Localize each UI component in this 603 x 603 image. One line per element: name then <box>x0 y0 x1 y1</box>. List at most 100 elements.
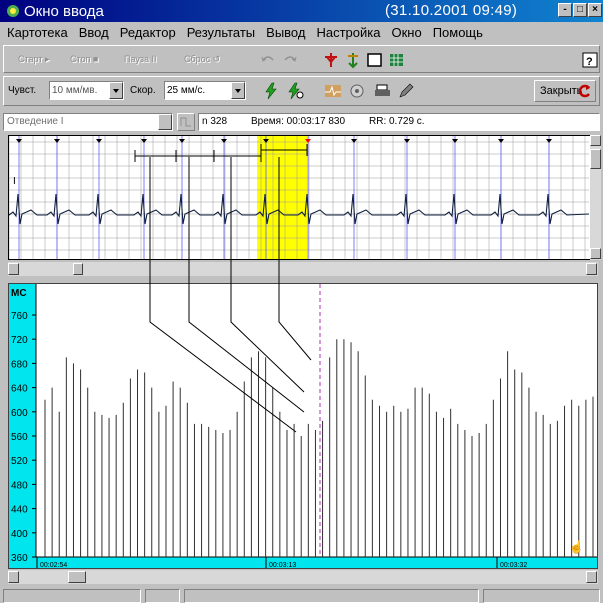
x-tick-label: 00:02:54 <box>40 562 67 569</box>
status-pane-2 <box>145 589 180 603</box>
status-pane-3 <box>184 589 479 603</box>
beat-marker-triangle[interactable] <box>141 139 147 143</box>
x-tick-label: 00:03:32 <box>500 562 527 569</box>
beat-number: n 328 <box>202 116 228 127</box>
beat-marker-triangle[interactable] <box>179 139 185 143</box>
y-tick-label: 640 <box>11 384 28 395</box>
hand-cursor-icon: ☝ <box>569 539 584 554</box>
ecg-vertical-scrollbar[interactable] <box>590 135 601 260</box>
rr-interval: RR: 0.729 с. <box>369 116 425 127</box>
pulse-button[interactable] <box>177 113 195 131</box>
delete-marker-icon[interactable] <box>344 51 362 69</box>
pause-button[interactable]: Пауза II <box>124 54 157 64</box>
scroll-right-button[interactable] <box>586 263 597 275</box>
toolbar-main: Старт ▸ Стоп ■ Пауза II Сброс ↺ ? <box>3 45 600 73</box>
y-tick-label: 600 <box>11 408 28 419</box>
print-icon[interactable] <box>374 82 392 100</box>
menu-item-cards[interactable]: Картотека <box>7 25 68 40</box>
sensitivity-select[interactable]: 10 мм/мв. <box>49 81 124 100</box>
stop-button[interactable]: Стоп ■ <box>70 54 98 64</box>
beat-marker-triangle[interactable] <box>351 139 357 143</box>
close-button[interactable]: Закрыть <box>534 80 596 102</box>
beat-time: Время: 00:03:17 830 <box>251 116 346 127</box>
y-tick-label: 760 <box>11 311 28 322</box>
status-pane-1 <box>3 589 141 603</box>
speed-label: Скор. <box>130 85 156 96</box>
lead-mark: I <box>13 176 16 187</box>
maximize-button[interactable]: □ <box>573 3 587 17</box>
y-tick-label: 400 <box>11 529 28 540</box>
window-timestamp: (31.10.2001 09:49) <box>385 2 518 19</box>
reset-button[interactable]: Сброс ↺ <box>184 54 220 65</box>
app-icon <box>7 5 19 17</box>
start-button[interactable]: Старт ▸ <box>18 54 49 65</box>
y-axis-band <box>9 284 36 568</box>
ecg-strip-panel[interactable]: I <box>8 135 596 260</box>
help-icon[interactable]: ? <box>581 51 599 69</box>
chevron-down-icon[interactable] <box>231 82 245 99</box>
window-title: Окно ввода <box>24 2 104 20</box>
close-button-label: Закрыть <box>540 85 583 97</box>
beat-marker-triangle[interactable] <box>96 139 102 143</box>
title-bar: Окно ввода (31.10.2001 09:49) - □ × <box>0 0 603 22</box>
redo-icon[interactable] <box>281 51 299 69</box>
pencil-icon[interactable] <box>397 82 415 100</box>
insert-marker-icon[interactable] <box>322 51 340 69</box>
target-dropdown-icon[interactable] <box>349 82 367 100</box>
scroll-down-button[interactable] <box>590 248 601 259</box>
rr-horizontal-scrollbar[interactable] <box>8 570 598 584</box>
status-pane-4 <box>483 589 600 603</box>
beat-marker-triangle[interactable] <box>221 139 227 143</box>
scroll-thumb[interactable] <box>590 149 601 169</box>
scroll-left-button[interactable] <box>8 263 19 275</box>
minimize-button[interactable]: - <box>558 3 572 17</box>
rr-interval-chart[interactable]: МС 760 720 680 640 600 560 520 480 440 400 360 00:02… <box>9 284 598 569</box>
toolbar-settings: Чувст. 10 мм/мв. Скор. 25 мм/с. Закрыть <box>3 76 600 106</box>
ecg-strip[interactable]: I <box>9 136 596 260</box>
measurement-readout: n 328 Время: 00:03:17 830 RR: 0.729 с. <box>198 113 600 131</box>
menu-item-help[interactable]: Помощь <box>433 25 483 40</box>
grid-icon[interactable] <box>388 51 406 69</box>
rr-interval-chart-panel[interactable]: МС 760 720 680 640 600 560 520 480 440 400 360 00:02… <box>8 283 598 569</box>
scroll-thumb[interactable] <box>68 571 86 583</box>
menu-item-window[interactable]: Окно <box>391 25 421 40</box>
chevron-down-icon[interactable] <box>158 114 172 130</box>
ecg-horizontal-scrollbar[interactable] <box>8 262 598 276</box>
sensitivity-value: 10 мм/мв. <box>52 85 98 96</box>
y-tick-label: 680 <box>11 359 28 370</box>
beat-marker-triangle[interactable] <box>54 139 60 143</box>
frame-icon[interactable] <box>366 51 384 69</box>
menu-item-editor[interactable]: Редактор <box>120 25 176 40</box>
beat-marker-triangle[interactable] <box>546 139 552 143</box>
y-axis-unit: МС <box>11 288 27 299</box>
menu-bar: Картотека Ввод Редактор Результаты Вывод… <box>0 22 603 42</box>
undo-icon[interactable] <box>259 51 277 69</box>
beat-marker-triangle[interactable] <box>498 139 504 143</box>
close-window-button[interactable]: × <box>588 3 602 17</box>
speed-value: 25 мм/с. <box>167 85 206 96</box>
status-bar <box>0 587 603 603</box>
pulse-icon <box>180 117 191 127</box>
x-tick-label: 00:03:13 <box>269 562 296 569</box>
svg-text:?: ? <box>586 56 593 68</box>
lightning-timer-icon[interactable] <box>286 82 304 100</box>
y-tick-label: 520 <box>11 456 28 467</box>
speed-select[interactable]: 25 мм/с. <box>164 81 246 100</box>
scroll-right-button[interactable] <box>586 571 597 583</box>
y-tick-label: 720 <box>11 335 28 346</box>
ecg-view-icon[interactable] <box>324 82 342 100</box>
close-arrow-icon <box>578 84 590 98</box>
menu-item-input[interactable]: Ввод <box>79 25 109 40</box>
scroll-up-button[interactable] <box>590 135 601 146</box>
lightning-icon[interactable] <box>262 82 280 100</box>
y-tick-label: 560 <box>11 432 28 443</box>
scroll-thumb[interactable] <box>73 263 83 275</box>
menu-item-output[interactable]: Вывод <box>266 25 305 40</box>
info-bar: Отведение I n 328 Время: 00:03:17 830 RR… <box>3 112 600 132</box>
y-tick-label: 440 <box>11 505 28 516</box>
lead-select[interactable]: Отведение I <box>3 113 173 131</box>
menu-item-results[interactable]: Результаты <box>187 25 255 40</box>
menu-item-settings[interactable]: Настройка <box>316 25 380 40</box>
chevron-down-icon[interactable] <box>109 82 123 99</box>
scroll-left-button[interactable] <box>8 571 19 583</box>
